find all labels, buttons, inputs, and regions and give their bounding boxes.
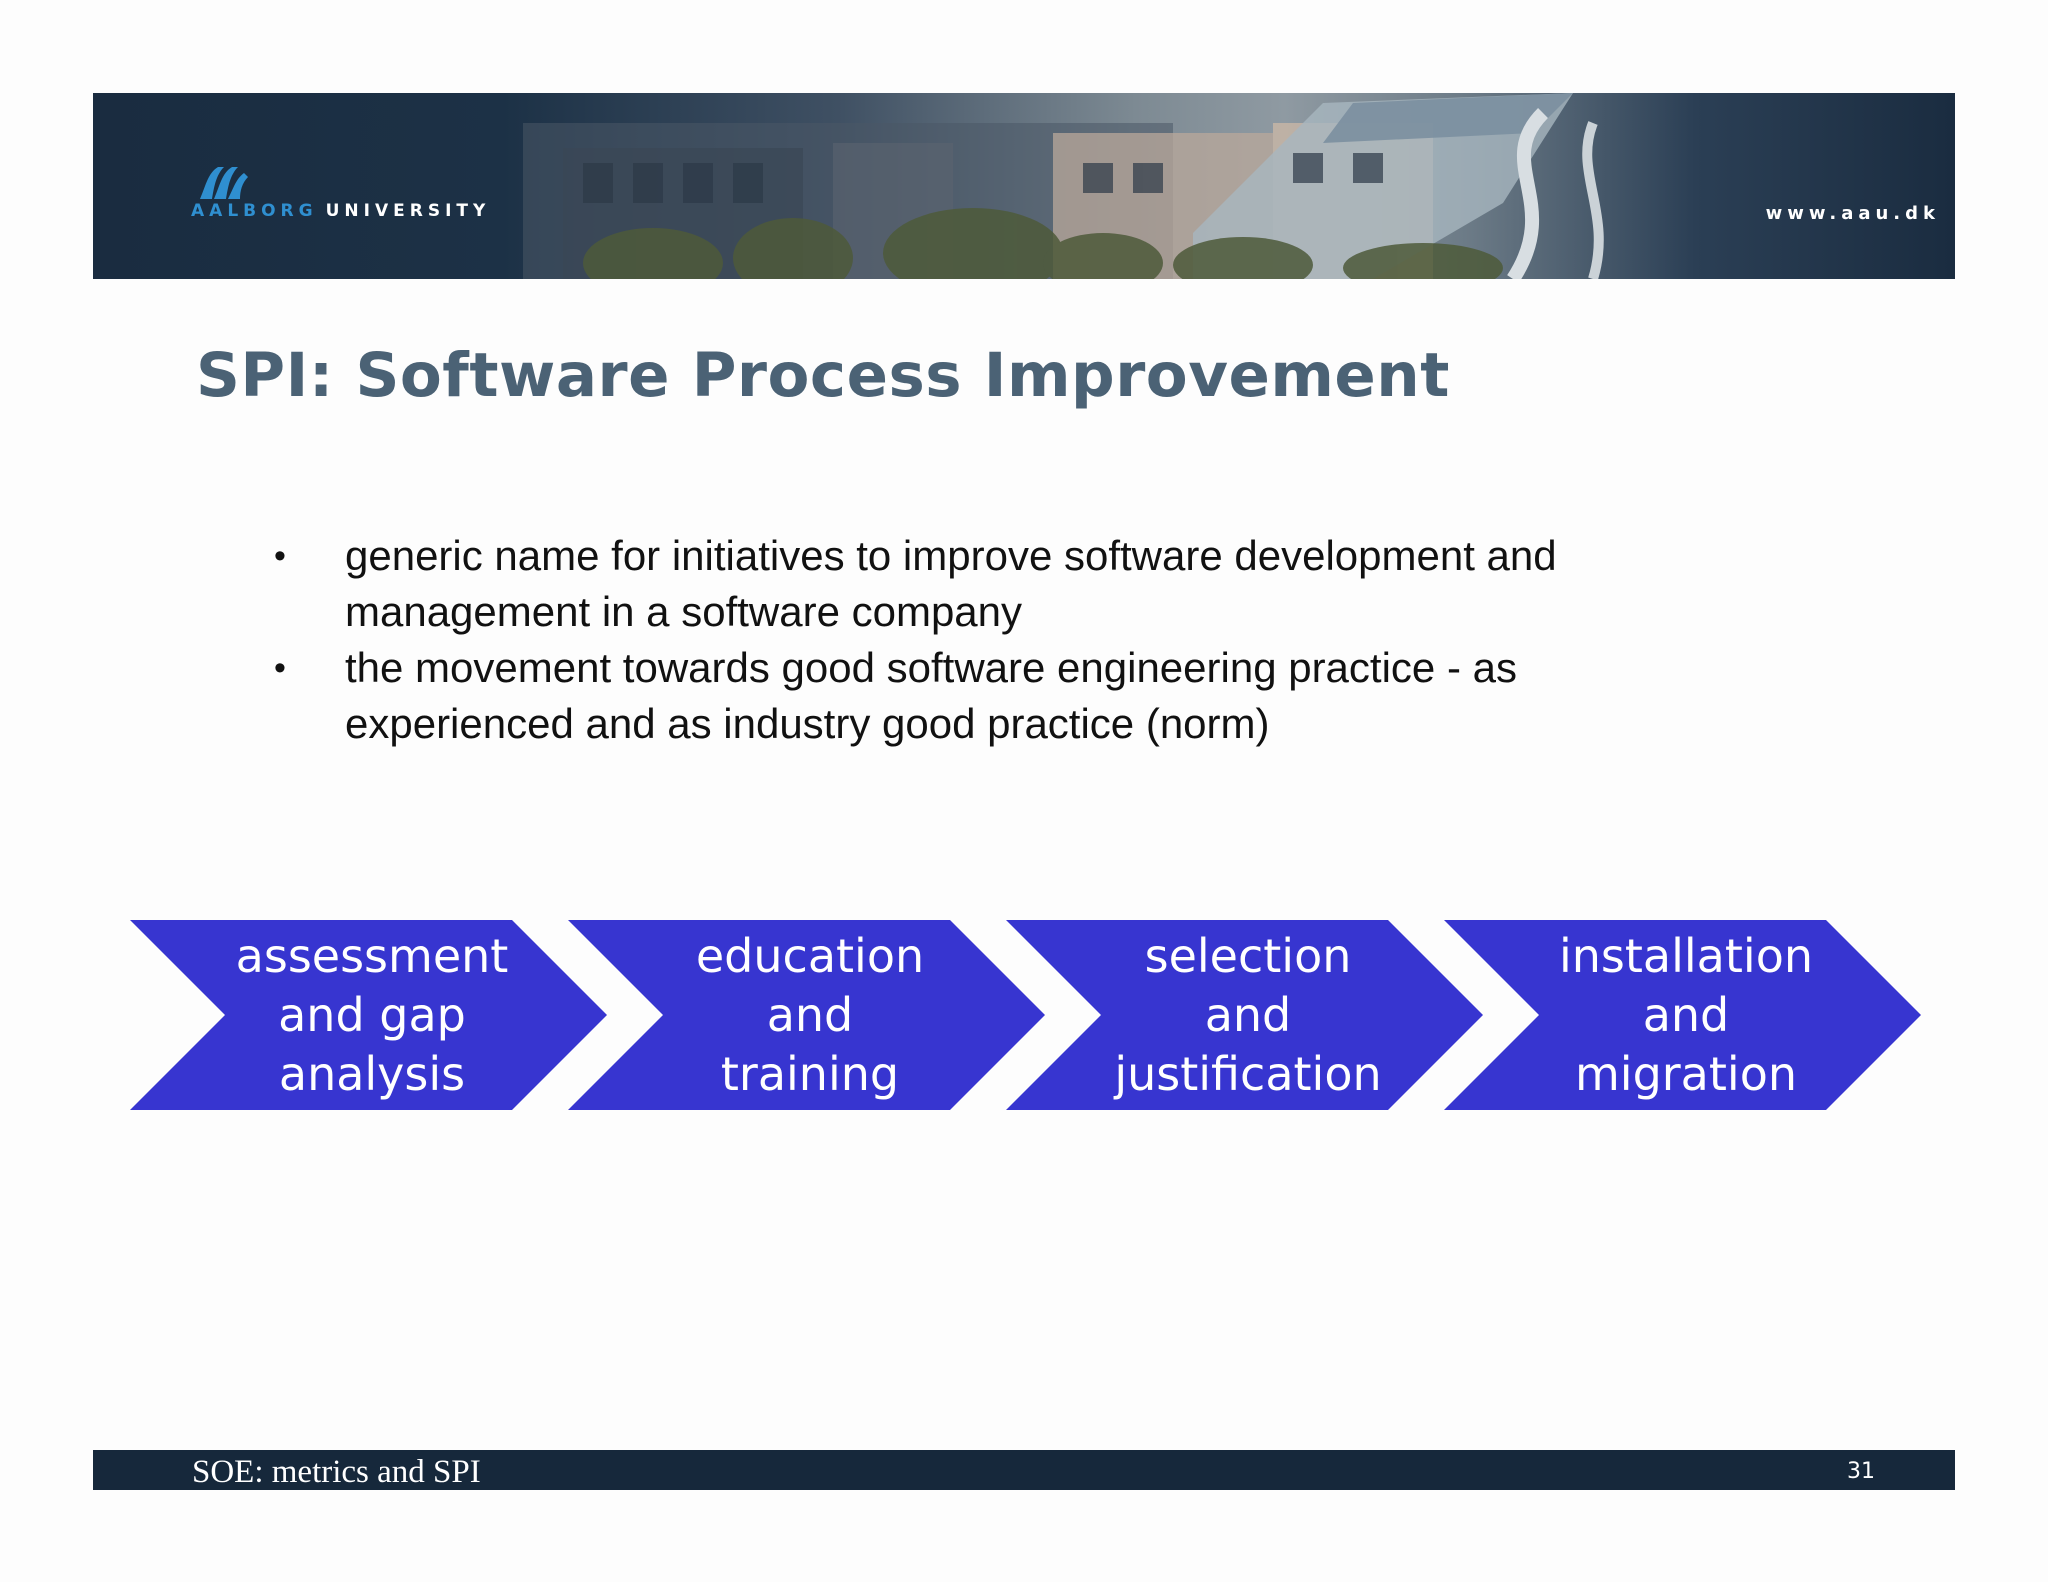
- step-label-line: and: [1642, 988, 1730, 1042]
- bullet-item: • the movement towards good software eng…: [270, 640, 1770, 752]
- step-label-line: analysis: [278, 1047, 466, 1101]
- footer-text: SOE: metrics and SPI: [192, 1454, 481, 1490]
- bullet-line: management in a software company: [345, 588, 1023, 635]
- bullet-item: • generic name for initiatives to improv…: [270, 528, 1770, 640]
- step-label-line: and: [766, 988, 854, 1042]
- university-url[interactable]: www.aau.dk: [1766, 203, 1940, 224]
- step-label-line: education: [695, 929, 925, 983]
- step-label-line: installation: [1559, 929, 1813, 983]
- process-step-4-label: installation and migration: [1536, 927, 1836, 1104]
- page-number: 31: [1847, 1459, 1875, 1484]
- process-step-1-label: assessment and gap analysis: [222, 927, 522, 1104]
- slide-title: SPI: Software Process Improvement: [196, 340, 1450, 411]
- step-label-line: assessment: [235, 929, 509, 983]
- logo-text: AALBORG UNIVERSITY: [191, 201, 490, 221]
- footer-bar: SOE: metrics and SPI 31: [93, 1450, 1955, 1490]
- logo-text-university: UNIVERSITY: [325, 201, 491, 221]
- bullet-dot-icon: •: [274, 649, 286, 687]
- step-label-line: justification: [1114, 1047, 1382, 1101]
- bullet-line: the movement towards good software engin…: [345, 644, 1517, 691]
- bullet-list: • generic name for initiatives to improv…: [270, 528, 1770, 752]
- step-label-line: and: [1204, 988, 1292, 1042]
- aau-logo-icon: [188, 163, 268, 206]
- logo-text-aalborg: AALBORG: [191, 201, 318, 221]
- bullet-line: generic name for initiatives to improve …: [345, 532, 1557, 579]
- bullet-line: experienced and as industry good practic…: [345, 700, 1270, 747]
- step-label-line: migration: [1574, 1047, 1797, 1101]
- step-label-line: training: [720, 1047, 900, 1101]
- bullet-dot-icon: •: [274, 537, 286, 575]
- process-step-2-label: education and training: [660, 927, 960, 1104]
- step-label-line: and gap: [278, 988, 466, 1042]
- campus-photo: [523, 93, 1604, 279]
- step-label-line: selection: [1144, 929, 1352, 983]
- process-step-3-label: selection and justification: [1098, 927, 1398, 1104]
- header-banner: AALBORG UNIVERSITY www.aau.dk: [93, 93, 1955, 279]
